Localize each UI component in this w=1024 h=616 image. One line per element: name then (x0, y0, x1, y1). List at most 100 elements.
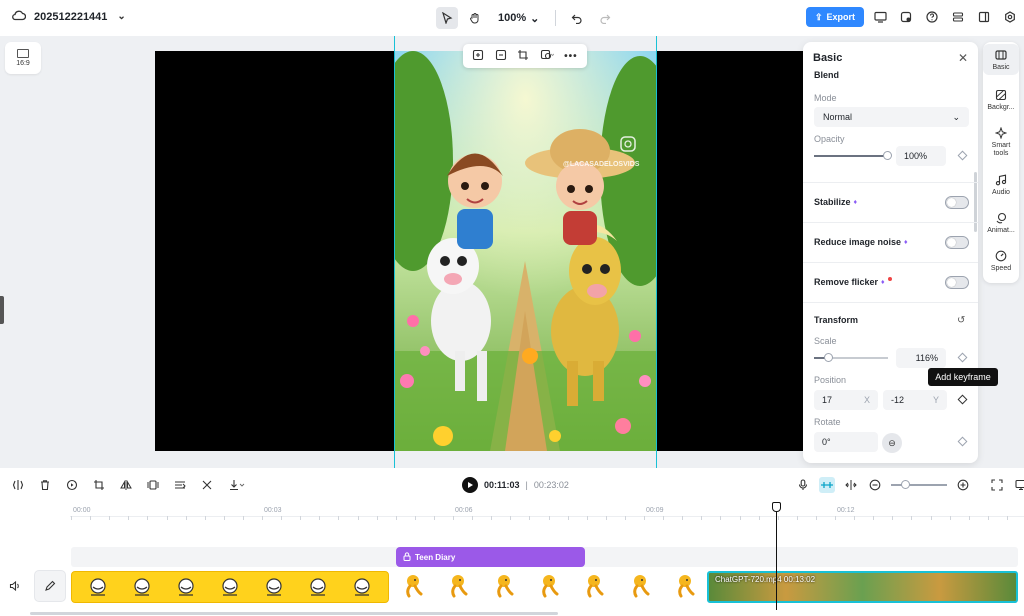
rotate-value-input[interactable]: 0° (814, 432, 878, 452)
video-clip-3[interactable]: ChatGPT-720.mp4 00:13:02 (707, 571, 1018, 603)
hand-tool-button[interactable] (464, 7, 486, 29)
redo-icon (600, 14, 611, 24)
split-view-icon[interactable] (843, 477, 859, 493)
zoom-out-icon[interactable] (867, 477, 883, 493)
trash-icon[interactable] (37, 477, 53, 493)
play-button[interactable] (462, 477, 478, 493)
zoom-in-icon[interactable] (955, 477, 971, 493)
badge-icon[interactable] (896, 7, 916, 27)
playhead[interactable] (776, 502, 777, 610)
sparkle-icon (994, 126, 1008, 140)
timeline-zoom-slider[interactable] (891, 480, 947, 489)
timeline[interactable]: 00:00 00:03 00:06 00:09 00:12 Teen Diary… (0, 502, 1024, 616)
help-icon[interactable] (922, 7, 942, 27)
undo-button[interactable] (566, 7, 588, 29)
magnet-snap-icon[interactable] (819, 477, 835, 493)
adjust-icon[interactable] (172, 477, 188, 493)
crop-icon[interactable] (517, 49, 529, 64)
reset-icon[interactable]: ↺ (957, 315, 965, 326)
chevron-down-icon: ⌄ (952, 111, 960, 122)
video-clip-2[interactable] (389, 571, 707, 603)
opacity-slider-knob[interactable] (883, 151, 892, 160)
opacity-slider[interactable] (814, 151, 892, 160)
close-icon[interactable]: ✕ (958, 51, 968, 65)
lock-icon (403, 551, 411, 563)
monitor-icon[interactable] (1013, 477, 1024, 493)
microphone-icon[interactable] (795, 477, 811, 493)
left-panel-handle[interactable] (0, 296, 4, 324)
fullscreen-icon[interactable] (989, 477, 1005, 493)
project-name[interactable]: 202512221441 (34, 11, 107, 23)
export-button[interactable]: ⇪ Export (806, 7, 864, 27)
speaker-icon[interactable] (9, 580, 21, 595)
ruler-tick (1006, 516, 1008, 520)
text-clip[interactable]: Teen Diary (396, 547, 585, 567)
stabilize-toggle[interactable] (945, 196, 969, 209)
playhead-handle[interactable] (772, 502, 781, 512)
fit-icon[interactable] (495, 49, 507, 64)
opacity-keyframe-icon[interactable] (957, 150, 968, 161)
zoom-dropdown[interactable]: 100% ⌄ (492, 12, 545, 25)
position-keyframe-icon[interactable] (957, 394, 968, 405)
ruler-tick (453, 516, 454, 520)
rail-item-background[interactable]: Backgr... (983, 88, 1019, 111)
video-watermark: @LACASADELOSVIDS (563, 161, 640, 168)
rotate-dial-icon[interactable]: ⊖ (882, 433, 902, 453)
more-options-icon[interactable]: ••• (564, 51, 578, 62)
rail-item-animation[interactable]: Animat... (983, 211, 1019, 234)
ruler-tick (739, 516, 741, 520)
redo-button[interactable] (594, 7, 616, 29)
freeze-frame-icon[interactable] (64, 477, 80, 493)
rail-item-smart-tools[interactable]: Smart tools (983, 126, 1019, 158)
panel-scrollbar[interactable] (974, 172, 977, 232)
rotate-keyframe-icon[interactable] (957, 436, 968, 447)
download-icon[interactable] (226, 477, 248, 493)
screen-cast-icon[interactable] (870, 7, 890, 27)
position-label: Position (814, 375, 847, 385)
mask-icon[interactable] (540, 49, 555, 64)
chevron-down-icon[interactable]: ⌄ (117, 11, 125, 22)
scale-slider[interactable] (814, 353, 888, 362)
ruler-label: 00:00 (73, 507, 91, 514)
flip-icon[interactable] (118, 477, 134, 493)
project-title-area[interactable]: 202512221441 ⌄ (12, 9, 126, 24)
rail-item-basic[interactable]: Basic (983, 44, 1019, 75)
ruler-tick (663, 516, 665, 520)
ruler-tick (720, 516, 722, 520)
scale-keyframe-icon[interactable] (957, 352, 968, 363)
zoom-slider-knob[interactable] (901, 480, 910, 489)
scale-slider-knob[interactable] (824, 353, 834, 362)
remove-flicker-toggle[interactable] (945, 276, 969, 289)
crop-icon[interactable] (91, 477, 107, 493)
video-clip-1[interactable] (71, 571, 389, 603)
select-tool-button[interactable] (436, 7, 458, 29)
video-frame[interactable]: @LACASADELOSVIDS (395, 51, 656, 451)
rail-item-speed[interactable]: Speed (983, 249, 1019, 272)
settings-gear-icon[interactable] (1000, 7, 1020, 27)
ruler-tick (911, 516, 913, 520)
replace-image-icon[interactable] (472, 49, 484, 64)
aspect-ratio-button[interactable]: 16:9 (5, 42, 41, 74)
blend-mode-select[interactable]: Normal ⌄ (814, 107, 969, 127)
ruler-tick (395, 516, 397, 520)
scale-label: Scale (814, 336, 837, 346)
position-x-input[interactable]: 17 X (814, 390, 878, 410)
opacity-value-input[interactable]: 100% (896, 146, 946, 166)
speedometer-icon (994, 249, 1008, 263)
reduce-noise-toggle[interactable] (945, 236, 969, 249)
trim-icon[interactable] (199, 477, 215, 493)
mirror-icon[interactable] (145, 477, 161, 493)
panel-layout-icon[interactable] (974, 7, 994, 27)
canvas-tools: 100% ⌄ (436, 7, 616, 29)
rail-item-audio[interactable]: Audio (983, 173, 1019, 196)
position-y-input[interactable]: -12 Y (883, 390, 947, 410)
timeline-scrollbar[interactable] (30, 612, 558, 615)
ruler-tick (204, 516, 206, 520)
chevron-down-icon: ⌄ (530, 12, 540, 25)
divider (803, 182, 978, 183)
split-icon[interactable] (10, 477, 26, 493)
divider (803, 262, 978, 263)
scale-value-input[interactable]: 116% (896, 348, 946, 368)
layers-icon[interactable] (948, 7, 968, 27)
edit-track-button[interactable] (34, 570, 66, 602)
